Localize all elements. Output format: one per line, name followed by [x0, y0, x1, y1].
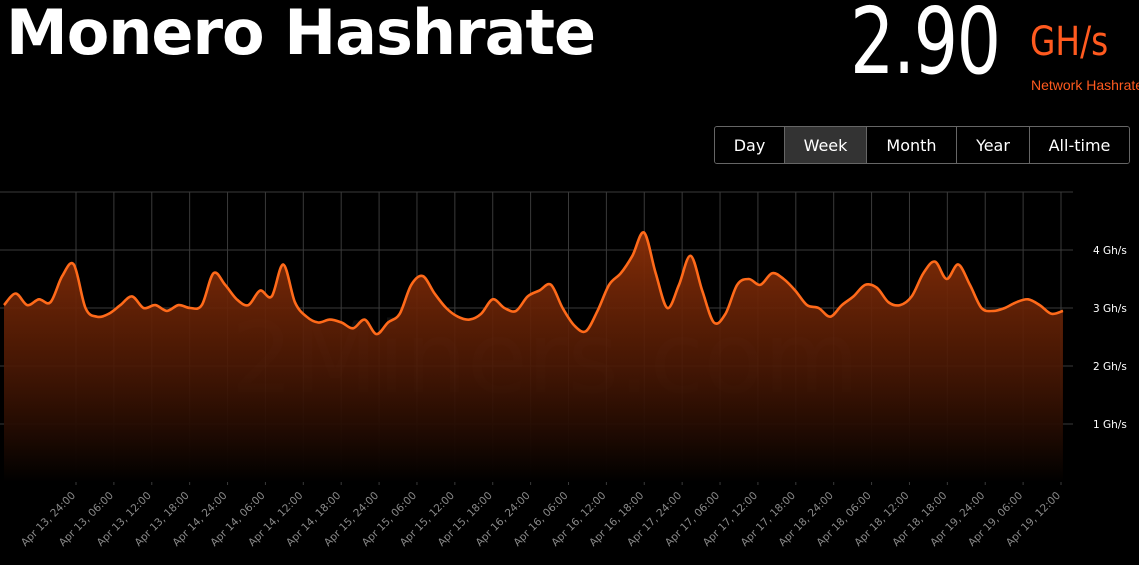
x-axis: Apr 13, 24:00Apr 13, 06:00Apr 13, 12:00A…	[19, 490, 1063, 549]
tab-year[interactable]: Year	[957, 127, 1030, 163]
y-axis: 1 Gh/s 2 Gh/s 3 Gh/s 4 Gh/s	[1093, 245, 1127, 431]
hashrate-area	[4, 232, 1063, 482]
tab-week[interactable]: Week	[785, 127, 867, 163]
tab-month[interactable]: Month	[867, 127, 957, 163]
time-range-selector: Day Week Month Year All-time	[714, 126, 1130, 164]
tab-all-time[interactable]: All-time	[1030, 127, 1129, 163]
tab-day[interactable]: Day	[715, 127, 785, 163]
network-hashrate-value: 2.90	[850, 0, 1001, 95]
page-title: Monero Hashrate	[6, 0, 596, 69]
y-tick-label: 4 Gh/s	[1093, 245, 1127, 257]
network-hashrate-label: Network Hashrate	[1031, 77, 1139, 93]
hashrate-chart: 2Miners.com 1 Gh/s2 Gh/s3 Gh/s4 Gh/s Apr…	[0, 191, 1127, 549]
y-tick-label: 2 Gh/s	[1093, 361, 1127, 373]
y-tick-label: 1 Gh/s	[1093, 419, 1127, 431]
network-hashrate-unit: GH/s	[1030, 19, 1109, 65]
y-tick-label: 3 Gh/s	[1093, 303, 1127, 315]
